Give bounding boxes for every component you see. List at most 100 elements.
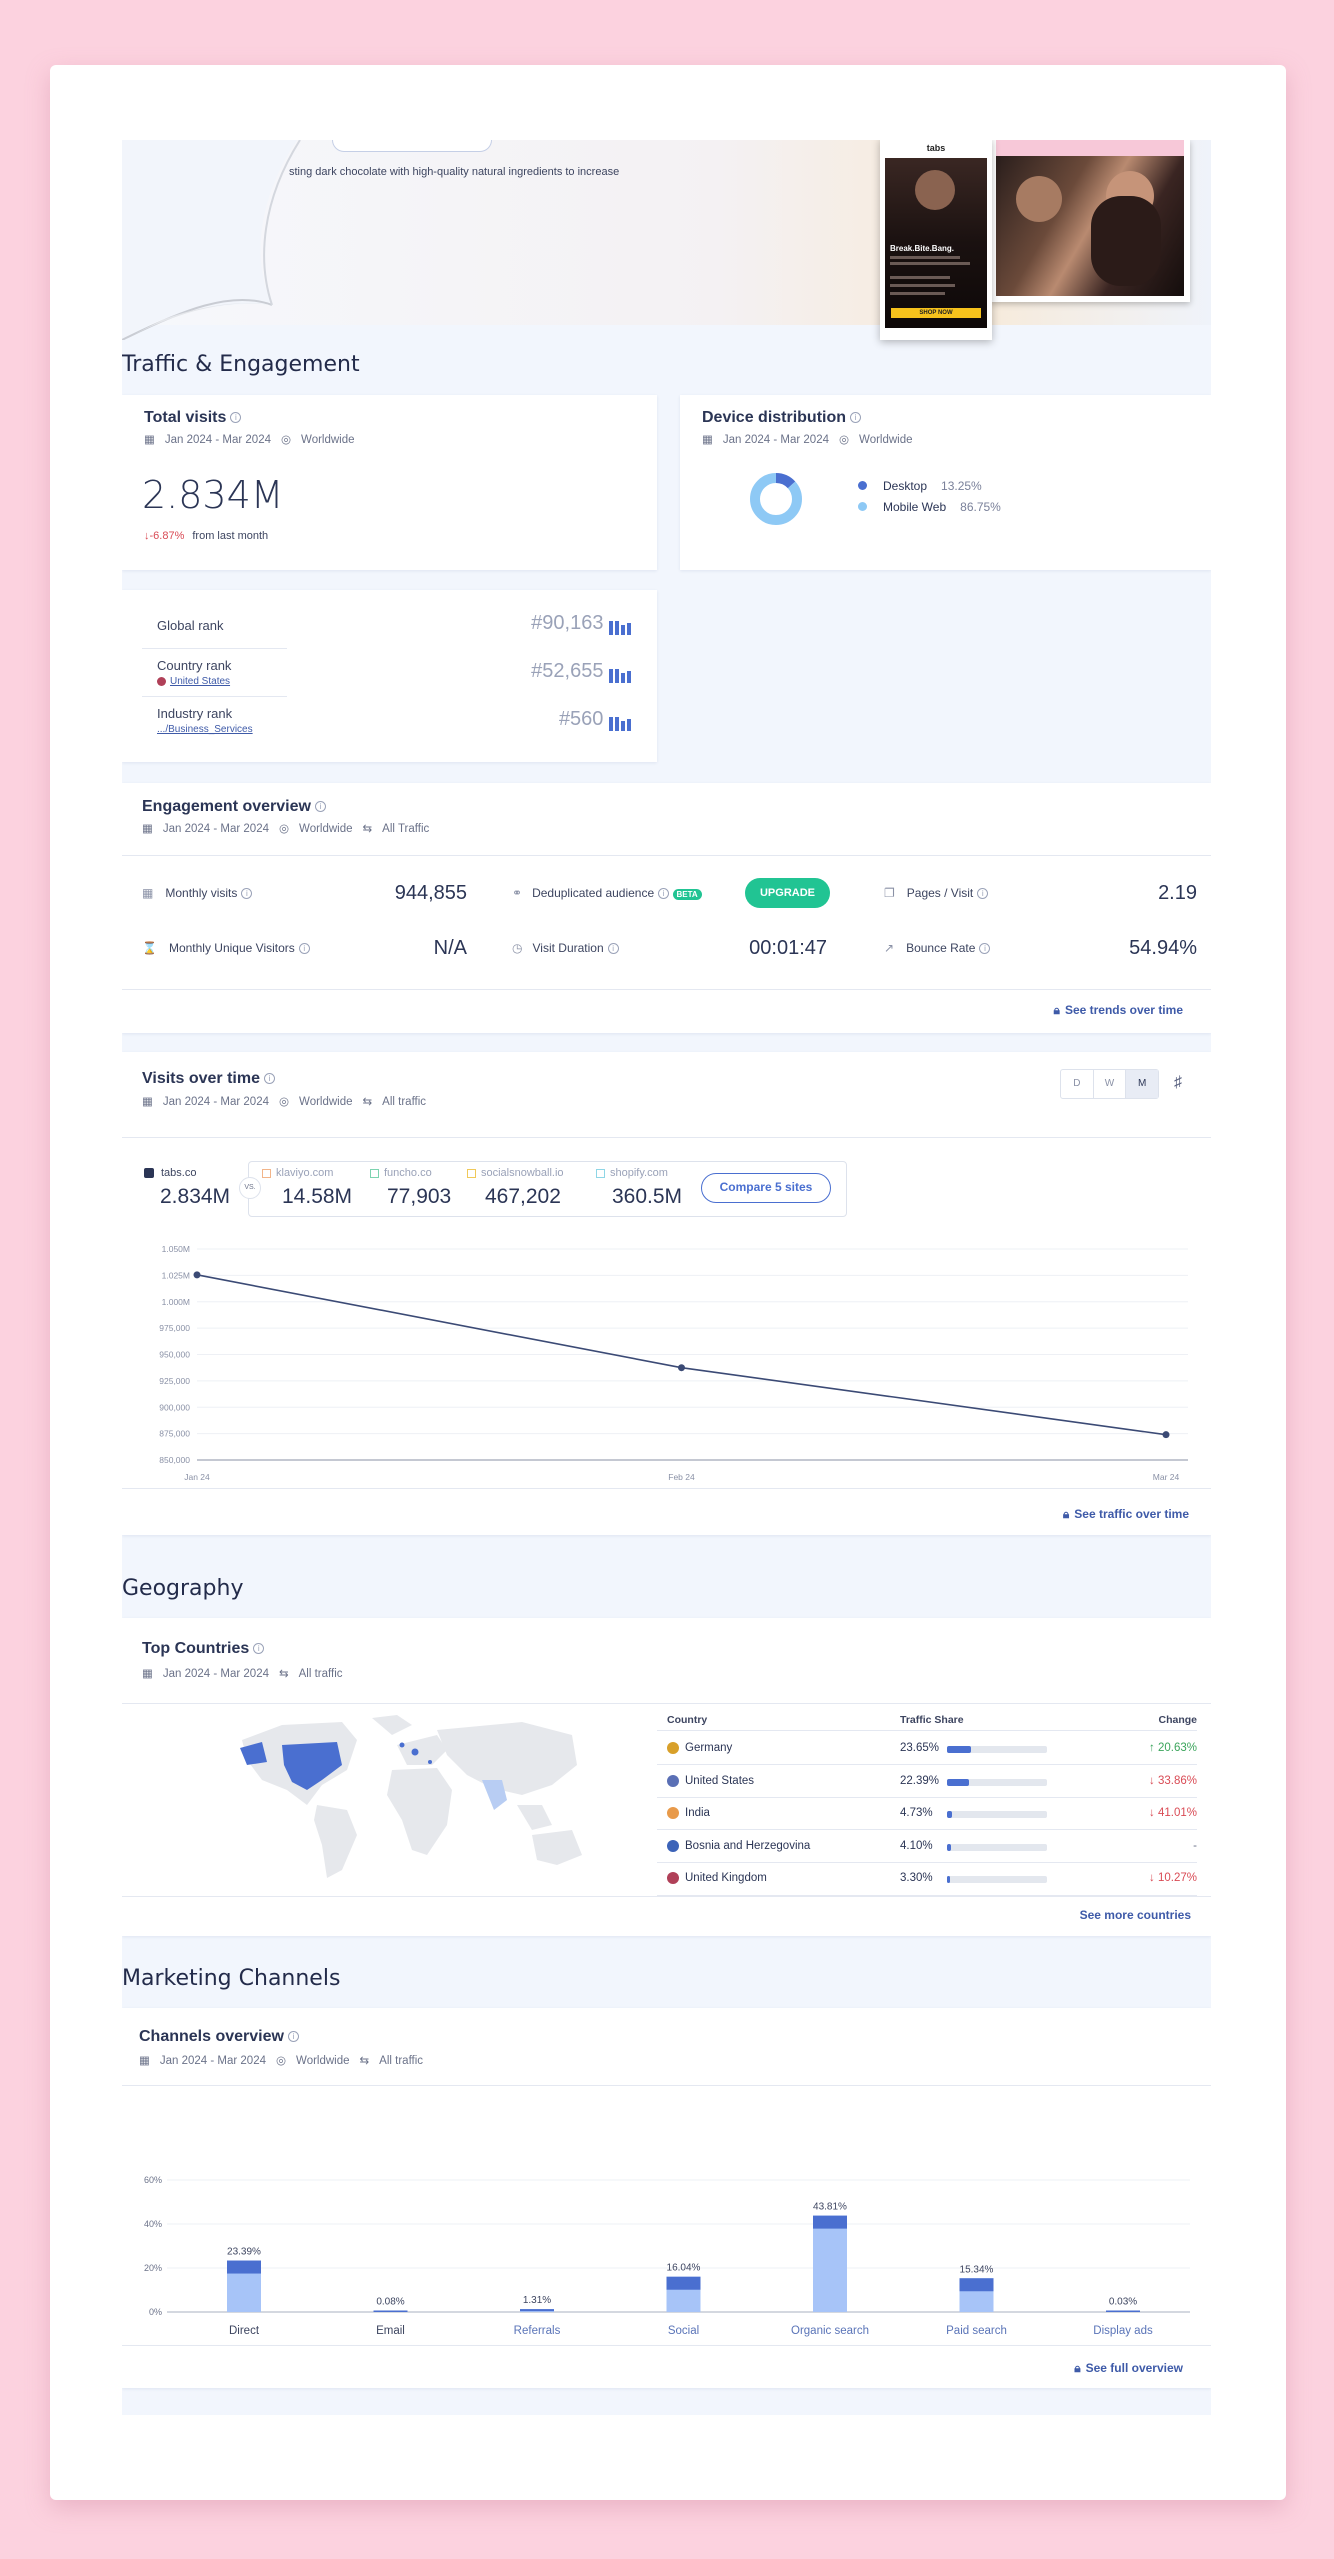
change-value: ↓ 33.86% <box>1149 1774 1197 1787</box>
bar-organic-search[interactable] <box>813 2215 847 2312</box>
bar-value-label: 43.81% <box>813 2202 847 2213</box>
col-header-change: Change <box>1158 1714 1197 1726</box>
site-visits-value: 2.834M <box>160 1185 231 1208</box>
info-icon[interactable]: i <box>314 801 326 813</box>
bounce-rate-metric: ↗ Bounce Rate i <box>884 941 991 955</box>
vs-badge: VS. <box>239 1177 261 1199</box>
rank-bars-icon <box>609 708 633 732</box>
hero-description: sting dark chocolate with high-quality n… <box>289 166 620 178</box>
y-tick-label: 1.025M <box>162 1270 190 1280</box>
info-icon[interactable]: i <box>850 412 862 424</box>
country-name: India <box>667 1807 710 1819</box>
info-icon[interactable]: i <box>979 943 991 955</box>
desktop-screenshot-preview <box>990 140 1190 302</box>
channels-meta: ▦ Jan 2024 - Mar 2024 ◎ Worldwide ⇆ All traff… <box>139 2055 424 2067</box>
change-value: ↓ 10.27% <box>1149 1872 1197 1884</box>
traffic-icon: ⇆ <box>362 823 373 835</box>
y-tick-label: 1.000M <box>162 1297 190 1307</box>
country-flag-icon <box>667 1839 679 1852</box>
y-tick-label: 875,000 <box>159 1429 190 1439</box>
calendar-icon: ▦ <box>702 434 713 446</box>
competitor-klaviyo[interactable]: klaviyo.com <box>262 1167 333 1179</box>
country-row[interactable]: India 4.73% ↓ 41.01% <box>667 1805 1197 1825</box>
visits-title: Visits over time i <box>142 1070 275 1088</box>
see-trends-link[interactable]: 🔒︎ See trends over time <box>1054 1003 1183 1018</box>
share-icon[interactable]: ♯ <box>1174 1074 1182 1092</box>
competitor-socialsnowball[interactable]: socialsnowball.io <box>467 1167 564 1179</box>
competitor-klaviyo-value: 14.58M <box>282 1185 353 1208</box>
info-icon[interactable]: i <box>607 943 619 955</box>
calendar-icon: ▦ <box>142 886 154 900</box>
country-row[interactable]: United Kingdom 3.30% ↓ 10.27% <box>667 1870 1197 1890</box>
y-tick-label: 950,000 <box>159 1350 190 1360</box>
page-curl-decoration <box>122 140 301 340</box>
change-value: - <box>1193 1839 1197 1852</box>
info-icon[interactable]: i <box>298 943 310 955</box>
section-title-marketing: Marketing Channels <box>122 1966 341 1991</box>
see-more-countries-link[interactable]: See more countries <box>1080 1908 1191 1922</box>
country-row[interactable]: Bosnia and Herzegovina 4.10% - <box>667 1838 1197 1858</box>
bar-value-label: 23.39% <box>227 2247 261 2258</box>
calendar-icon: ▦ <box>144 434 155 446</box>
info-icon[interactable]: i <box>658 888 670 900</box>
change-value: ↑ 20.63% <box>1149 1742 1197 1754</box>
traffic-share-bar <box>947 1876 1047 1883</box>
world-map <box>240 1715 582 1878</box>
data-point[interactable] <box>1162 1431 1170 1439</box>
data-point[interactable] <box>193 1271 201 1279</box>
industry-rank-value: #560 <box>559 708 633 732</box>
x-tick-label: Mar 24 <box>1153 1472 1180 1482</box>
globe-icon: ◎ <box>839 434 850 446</box>
col-header-country: Country <box>667 1714 708 1726</box>
category-label[interactable]: Paid search <box>946 2325 1007 2337</box>
x-tick-label: Jan 24 <box>184 1472 210 1482</box>
see-full-overview-link[interactable]: 🔒︎ See full overview <box>1074 2361 1183 2376</box>
country-rank-link[interactable]: United States <box>157 676 230 687</box>
traffic-icon: ⇆ <box>279 1668 289 1680</box>
industry-rank-link[interactable]: .../Business_Services <box>157 724 253 735</box>
granularity-month[interactable]: M <box>1126 1070 1159 1098</box>
category-label[interactable]: Referrals <box>514 2325 561 2337</box>
category-label[interactable]: Direct <box>229 2325 260 2337</box>
country-row[interactable]: United States 22.39% ↓ 33.86% <box>667 1773 1197 1793</box>
info-icon[interactable]: i <box>977 888 989 900</box>
granularity-toggle: D W M <box>1060 1069 1159 1099</box>
competitor-shopify[interactable]: shopify.com <box>596 1167 668 1179</box>
engagement-meta: ▦ Jan 2024 - Mar 2024 ◎ Worldwide ⇆ All Traff… <box>142 823 430 835</box>
granularity-week[interactable]: W <box>1094 1070 1127 1098</box>
bar-value-label: 1.31% <box>523 2295 551 2306</box>
category-label[interactable]: Organic search <box>791 2325 869 2337</box>
info-icon[interactable]: i <box>253 1643 265 1655</box>
category-label[interactable]: Email <box>376 2325 405 2337</box>
traffic-share-value: 3.30% <box>900 1872 933 1884</box>
globe-icon: ◎ <box>279 1096 290 1108</box>
category-label[interactable]: Social <box>668 2325 699 2337</box>
global-rank-value: #90,163 <box>531 612 633 636</box>
info-icon[interactable]: i <box>263 1073 275 1085</box>
pages-icon: ❐ <box>884 886 895 900</box>
competitor-funcho[interactable]: funcho.co <box>370 1167 432 1179</box>
bar-value-label: 0.03% <box>1109 2297 1137 2308</box>
compare-sites-button[interactable]: Compare 5 sites <box>701 1173 831 1203</box>
y-tick-label: 925,000 <box>159 1376 190 1386</box>
data-point[interactable] <box>678 1364 685 1372</box>
country-flag-icon <box>667 1742 679 1754</box>
site-checkbox[interactable]: tabs.co <box>144 1167 196 1179</box>
info-icon[interactable]: i <box>241 888 253 900</box>
device-distribution-card: Device distribution i ▦ Jan 2024 - Mar 202… <box>680 395 1211 570</box>
granularity-day[interactable]: D <box>1061 1070 1094 1098</box>
traffic-share-value: 4.73% <box>900 1807 933 1819</box>
category-label[interactable]: Display ads <box>1093 2325 1153 2337</box>
country-row[interactable]: Germany 23.65% ↑ 20.63% <box>667 1740 1197 1760</box>
upgrade-button[interactable]: UPGRADE <box>745 878 830 908</box>
visits-over-time-card: Visits over time i ▦ Jan 2024 - Mar 2024 ◎ W… <box>122 1052 1211 1535</box>
traffic-share-bar <box>947 1843 1047 1851</box>
lock-icon: 🔒︎ <box>1062 1507 1070 1521</box>
info-icon[interactable]: i <box>287 2031 299 2043</box>
traffic-share-bar <box>947 1811 1047 1818</box>
see-traffic-link[interactable]: 🔒︎ See traffic over time <box>1063 1507 1189 1522</box>
calendar-icon: ▦ <box>142 1668 153 1680</box>
info-icon[interactable]: i <box>230 412 242 424</box>
device-donut-chart <box>750 473 802 525</box>
bar-cap <box>227 2260 261 2274</box>
